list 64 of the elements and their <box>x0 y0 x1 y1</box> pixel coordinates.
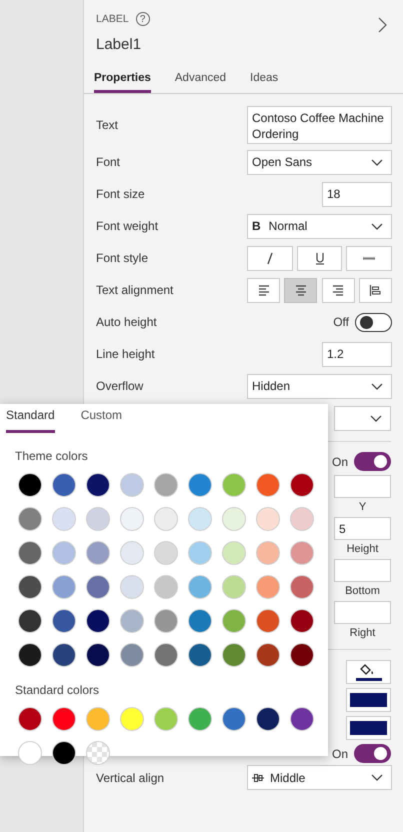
toggle-switch[interactable] <box>355 312 392 332</box>
color-swatch <box>350 693 387 707</box>
align-right-icon <box>332 284 344 296</box>
dropdown[interactable]: Hidden <box>247 374 392 398</box>
section-heading: Standard colors <box>14 682 100 697</box>
property-label: Overflow <box>96 379 144 393</box>
control-name: Label1 <box>96 36 142 53</box>
field-caption: Height <box>346 543 378 555</box>
toggle-switch[interactable] <box>354 744 391 763</box>
align-button[interactable] <box>284 278 318 302</box>
property-label: Font <box>96 155 122 169</box>
bar-align-icon <box>369 284 382 296</box>
underline-icon <box>314 252 326 264</box>
dropdown[interactable]: B Normal <box>247 214 392 238</box>
toggle-state-label: Off <box>333 315 349 329</box>
tab[interactable]: Ideas <box>250 69 278 93</box>
style-button[interactable] <box>296 246 342 270</box>
color-button[interactable] <box>346 716 391 740</box>
chevron-down-icon <box>370 415 382 422</box>
color-swatch <box>350 721 387 735</box>
dropdown[interactable]: Middle <box>247 765 392 790</box>
dropdown[interactable]: Open Sans <box>247 150 392 174</box>
chevron-down-icon <box>371 774 383 781</box>
align-button[interactable] <box>358 278 392 302</box>
property-label: Vertical align <box>96 770 166 784</box>
chevron-right-icon[interactable] <box>378 17 387 33</box>
align-middle-icon <box>252 772 264 784</box>
input-field[interactable] <box>334 475 391 498</box>
toggle-state-label: On <box>332 746 348 760</box>
property-label: Auto height <box>96 315 158 329</box>
input-field[interactable]: 1.2 <box>322 342 392 366</box>
control-type-label: LABEL <box>96 13 129 25</box>
input-field[interactable]: 18 <box>322 182 392 206</box>
property-label: Font size <box>96 187 146 201</box>
section-heading: Theme colors <box>14 448 89 463</box>
property-label: Text <box>96 118 120 132</box>
toggle-switch[interactable] <box>354 452 391 471</box>
property-label: Text alignment <box>96 283 174 297</box>
help-icon[interactable]: ? <box>136 12 150 26</box>
property-label: Font weight <box>96 219 160 233</box>
text-field[interactable]: Contoso Coffee Machine Ordering <box>247 106 392 144</box>
color-button[interactable] <box>346 688 391 712</box>
fill-color-button[interactable] <box>346 660 391 684</box>
property-label: Line height <box>96 347 156 361</box>
field-caption: Bottom <box>345 585 380 597</box>
align-button[interactable] <box>247 278 280 302</box>
align-left-icon <box>258 284 270 296</box>
tab[interactable]: Properties <box>94 69 151 93</box>
input-field[interactable]: 5 <box>334 517 391 540</box>
chevron-down-icon <box>371 222 383 230</box>
tab[interactable]: Advanced <box>174 69 226 93</box>
property-label: Font style <box>96 251 150 265</box>
tab[interactable]: Standard <box>6 404 55 433</box>
chevron-down-icon <box>371 382 383 390</box>
tab[interactable]: Custom <box>80 404 122 433</box>
input-field[interactable] <box>334 601 391 624</box>
paint-bucket-icon <box>354 662 382 682</box>
field-caption: Y <box>358 501 366 513</box>
input-field[interactable] <box>334 559 391 582</box>
field-caption: Right <box>350 627 376 639</box>
chevron-down-icon <box>371 158 383 166</box>
align-button[interactable] <box>322 278 355 302</box>
align-center-icon <box>294 284 307 296</box>
toggle-state-label: On <box>332 454 348 468</box>
